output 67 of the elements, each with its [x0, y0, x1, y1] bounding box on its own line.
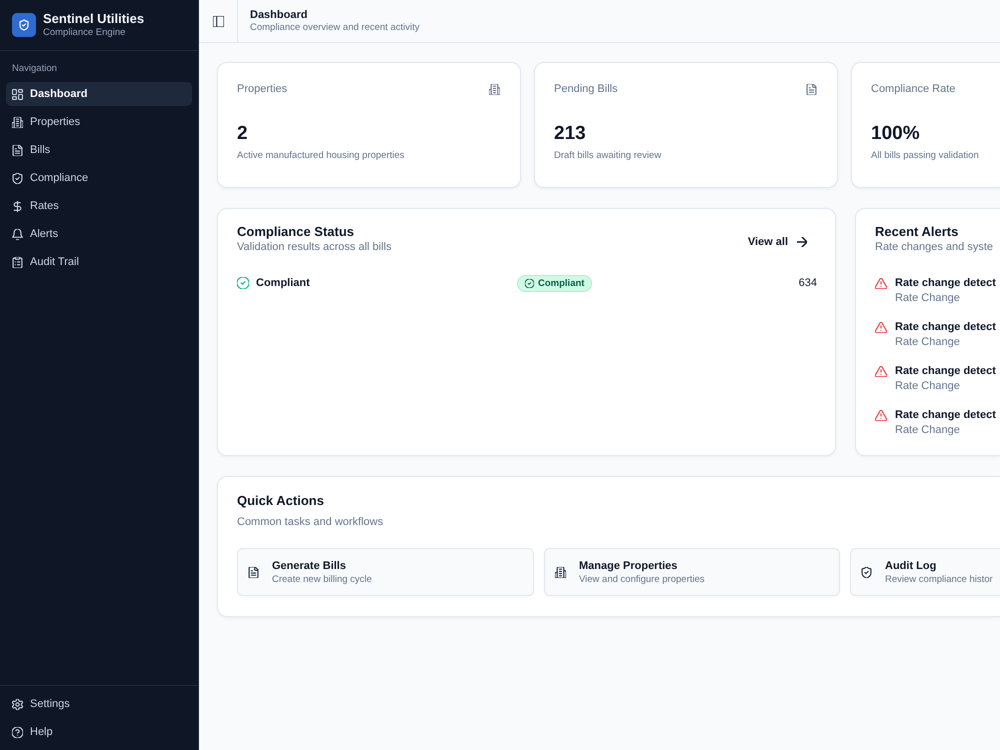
arrow-right-icon [797, 237, 807, 247]
shield-check-icon [12, 172, 23, 184]
nav-item[interactable]: Rates [6, 194, 192, 218]
card-subtitle: Validation results across all bills [237, 240, 392, 255]
brand-name: Sentinel Utilities [43, 11, 144, 27]
stat-label: Pending Bills [554, 83, 618, 95]
nav-item[interactable]: Audit Trail [6, 250, 192, 274]
dashboard-grid-icon [12, 88, 23, 100]
status-label: Compliant [256, 277, 310, 289]
nav-item[interactable]: Bills [6, 138, 192, 162]
building-icon [555, 566, 566, 578]
sidebar-toggle-icon[interactable] [213, 16, 224, 26]
alert-type: Rate Change [895, 335, 961, 349]
nav-item[interactable]: Properties [6, 110, 192, 134]
shield-logo-icon [12, 13, 36, 37]
alert-title: Rate change detect [895, 320, 996, 335]
page-title: Dashboard [250, 8, 308, 22]
stat-caption: Active manufactured housing properties [237, 149, 406, 163]
warning-icon [875, 278, 887, 289]
nav-item[interactable]: Alerts [6, 222, 192, 246]
warning-icon [875, 366, 887, 377]
building-icon [489, 84, 500, 94]
nav-section-label: Navigation [11, 62, 58, 76]
clipboard-icon [12, 256, 23, 268]
warning-icon [875, 410, 887, 421]
status-count: 634 [798, 277, 817, 289]
card-title: Quick Actions [237, 493, 325, 509]
check-circle-icon [237, 277, 249, 289]
alert-type: Rate Change [895, 423, 961, 437]
bell-icon [12, 228, 23, 240]
alert-type: Rate Change [895, 379, 961, 393]
nav-item[interactable]: Settings [6, 692, 192, 716]
dollar-icon [12, 200, 23, 212]
check-circle-icon [525, 278, 534, 288]
nav-item[interactable]: Dashboard [6, 82, 192, 106]
stat-value: 213 [554, 122, 587, 146]
stat-value: 2 [237, 122, 249, 146]
badge-label: Compliant [538, 278, 584, 288]
page-subtitle: Compliance overview and recent activity [250, 22, 420, 34]
quick-action-button[interactable]: Audit Log Review compliance histor [850, 548, 1000, 596]
card-title: Recent Alerts [875, 224, 960, 240]
stat-label: Properties [237, 83, 288, 95]
alert-title: Rate change detect [895, 408, 996, 423]
alert-title: Rate change detect [895, 364, 996, 379]
shield-check-icon [861, 566, 872, 578]
document-icon [248, 566, 259, 578]
alert-type: Rate Change [895, 291, 961, 305]
stat-caption: All bills passing validation [871, 149, 980, 163]
warning-icon [875, 322, 887, 333]
card-subtitle: Rate changes and syste [875, 240, 994, 255]
brand-tagline: Compliance Engine [43, 27, 126, 39]
help-icon [12, 726, 23, 738]
settings-icon [12, 698, 23, 710]
card-title: Compliance Status [237, 224, 356, 240]
building-icon [12, 116, 23, 128]
stat-label: Compliance Rate [871, 83, 956, 95]
alert-title: Rate change detect [895, 276, 996, 291]
quick-action-button[interactable]: Generate Bills Create new billing cycle [237, 548, 534, 596]
document-icon [806, 84, 817, 94]
stat-caption: Draft bills awaiting review [554, 149, 662, 163]
stat-value: 100% [871, 122, 921, 146]
nav-item[interactable]: Compliance [6, 166, 192, 190]
nav-item[interactable]: Help [6, 720, 192, 744]
document-icon [12, 144, 23, 156]
card-subtitle: Common tasks and workflows [237, 515, 384, 530]
view-all-link[interactable]: View all [738, 233, 817, 251]
quick-action-button[interactable]: Manage Properties View and configure properties [544, 548, 840, 596]
